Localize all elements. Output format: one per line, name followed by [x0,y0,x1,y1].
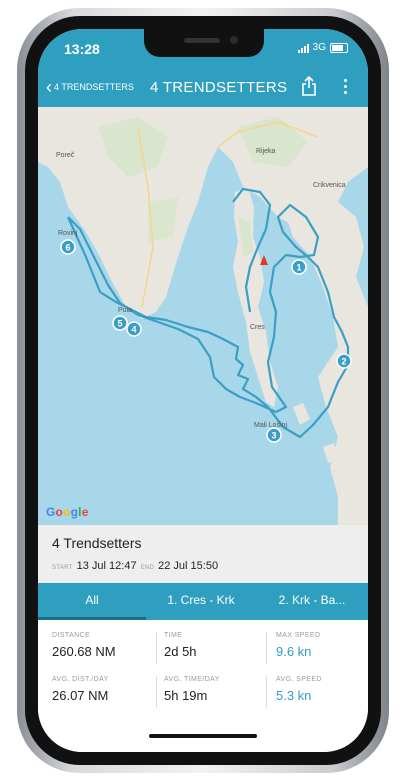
divider [156,632,157,664]
stat-value: 260.68 NM [52,644,116,659]
place-label: Rovinj [58,230,78,237]
tab-leg-2[interactable]: 2. Krk - Ba... [256,583,368,620]
divider [266,632,267,664]
signal-icon [297,43,309,53]
share-icon[interactable] [301,75,317,97]
place-label: Rijeka [256,148,276,155]
status-indicators: 3G [297,42,348,53]
end-label: END [140,565,155,571]
tab-all[interactable]: All [38,583,146,620]
waypoint-markers [60,239,352,443]
status-time: 13:28 [64,41,100,57]
stat-max-speed: MAX SPEED 9.6 kn [276,632,320,659]
stat-time: TIME 2d 5h [164,632,197,659]
home-indicator[interactable] [149,734,257,738]
more-icon[interactable] [344,79,348,97]
waypoint-5[interactable]: 5 [117,319,122,329]
route-map[interactable]: 1 2 3 4 5 6 Poreč Rovinj Pula Rijeka Cre… [38,107,368,525]
notch [144,29,264,57]
place-label: Crikvenica [313,182,346,189]
divider [156,676,157,708]
stat-label: TIME [164,632,183,639]
start-label: START [52,565,73,571]
stat-label: AVG. SPEED [276,676,322,683]
waypoint-4[interactable]: 4 [131,325,136,335]
stat-label: DISTANCE [52,632,91,639]
trip-dates: START 13 Jul 12:47 END 22 Jul 15:50 [52,560,218,572]
trip-stats: DISTANCE 260.68 NM TIME 2d 5h MAX SPEED … [38,620,368,752]
trip-info: 4 Trendsetters START 13 Jul 12:47 END 22… [38,525,368,583]
phone-frame: 13:28 3G ‹ 4 TRENDSETTERS 4 TRENDSETTERS [17,8,389,773]
stat-avg-time: AVG. TIME/DAY 5h 19m [164,676,220,703]
stat-value: 5h 19m [164,688,208,703]
stat-avg-dist: AVG. DIST./DAY 26.07 NM [52,676,109,703]
stat-value: 5.3 kn [276,688,312,703]
place-label: Poreč [56,152,75,159]
battery-icon [330,42,348,53]
waypoint-1[interactable]: 1 [296,263,301,273]
mainland-shape [38,107,368,525]
place-label: Mali Lošinj [254,422,288,429]
nav-bar: ‹ 4 TRENDSETTERS 4 TRENDSETTERS [38,69,368,107]
waypoint-2[interactable]: 2 [341,357,346,367]
start-date: 13 Jul 12:47 [76,560,137,572]
place-label: Pula [118,307,132,314]
back-label: 4 TRENDSETTERS [54,82,134,92]
google-logo: Google [46,505,89,519]
chevron-left-icon: ‹ [46,77,52,97]
page-title: 4 TRENDSETTERS [150,79,288,96]
location-marker-icon [260,255,268,265]
trip-name: 4 Trendsetters [52,535,142,551]
place-label: Cres [250,324,265,331]
network-type: 3G [312,42,326,53]
leg-tabs: All 1. Cres - Krk 2. Krk - Ba... [38,583,368,620]
small-island [293,403,310,425]
stat-value: 26.07 NM [52,688,109,703]
stat-label: AVG. TIME/DAY [164,676,220,683]
stat-avg-speed: AVG. SPEED 5.3 kn [276,676,322,703]
stat-value: 9.6 kn [276,644,312,659]
stat-value: 2d 5h [164,644,197,659]
divider [266,676,267,708]
back-button[interactable]: ‹ 4 TRENDSETTERS [46,77,134,97]
waypoint-6[interactable]: 6 [65,243,70,253]
stat-distance: DISTANCE 260.68 NM [52,632,116,659]
waypoint-3[interactable]: 3 [271,431,276,441]
stat-label: AVG. DIST./DAY [52,676,109,683]
end-date: 22 Jul 15:50 [158,560,219,572]
stat-label: MAX SPEED [276,632,321,639]
tab-leg-1[interactable]: 1. Cres - Krk [146,583,256,620]
phone-bezel: 13:28 3G ‹ 4 TRENDSETTERS 4 TRENDSETTERS [25,16,381,765]
map-canvas: 1 2 3 4 5 6 Poreč Rovinj Pula Rijeka Cre… [38,107,368,525]
screen: 13:28 3G ‹ 4 TRENDSETTERS 4 TRENDSETTERS [38,29,368,752]
